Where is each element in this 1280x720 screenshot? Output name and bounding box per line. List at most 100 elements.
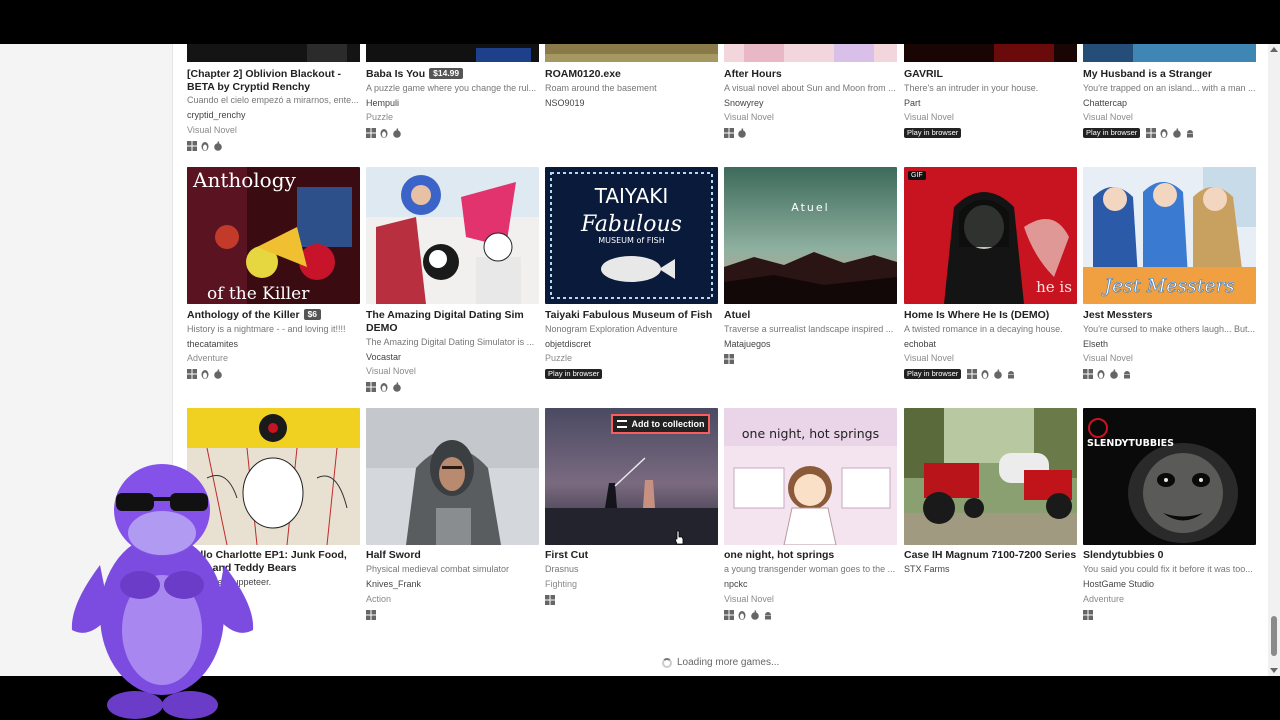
game-description: A visual novel about Sun and Moon from .… <box>724 83 896 93</box>
thumb-jest-logo: Jest Messters <box>1100 275 1234 297</box>
game-author[interactable]: npckc <box>724 579 897 590</box>
game-thumbnail[interactable]: Atuel <box>724 167 897 304</box>
game-title[interactable]: Baba Is You <box>366 68 425 80</box>
spinner-icon <box>662 657 672 668</box>
game-author[interactable]: Hempuli <box>366 98 539 109</box>
game-author[interactable]: STX Farms <box>904 564 1077 575</box>
platform-list: Play in browser <box>904 127 964 138</box>
game-description: A puzzle game where you change the rul..… <box>366 83 537 93</box>
linux-icon <box>201 141 209 151</box>
game-title[interactable]: Atuel <box>724 309 897 322</box>
game-title[interactable]: Anthology of the Killer <box>187 309 300 321</box>
windows-icon <box>1083 609 1093 620</box>
platform-list <box>724 353 734 364</box>
game-thumbnail[interactable]: Anthology of the Killer <box>187 167 360 304</box>
game-thumbnail[interactable] <box>904 44 1077 62</box>
linux-icon <box>380 128 388 138</box>
game-description: You're trapped on an island... with a ma… <box>1083 83 1256 93</box>
game-description: You're cursed to make others laugh... Bu… <box>1083 324 1255 334</box>
game-title-row[interactable]: Anthology of the Killer $6 <box>187 309 360 322</box>
game-genre: Visual Novel <box>904 353 954 363</box>
apple-icon <box>994 369 1003 379</box>
game-title[interactable]: one night, hot springs <box>724 549 897 562</box>
game-title[interactable]: The Amazing Digital Dating Sim DEMO <box>366 309 539 334</box>
thumb-atuel-word: Atuel <box>791 201 829 214</box>
game-thumbnail[interactable]: SLENDYTUBBIES <box>1083 408 1256 545</box>
game-author[interactable]: Matajuegos <box>724 339 897 350</box>
game-author[interactable]: NSO9019 <box>545 98 718 109</box>
game-author[interactable]: thecatamites <box>187 339 360 350</box>
add-to-collection-label: Add to collection <box>631 419 705 429</box>
game-author[interactable]: cryptid_renchy <box>187 110 360 121</box>
platform-list <box>187 140 223 151</box>
scroll-down-arrow-icon[interactable] <box>1270 668 1278 673</box>
linux-icon <box>1097 369 1105 379</box>
linux-icon <box>1160 128 1168 138</box>
game-description: A twisted romance in a decaying house. <box>904 324 1063 334</box>
game-author[interactable]: Elseth <box>1083 339 1256 350</box>
game-title[interactable]: First Cut <box>545 549 718 562</box>
game-title[interactable]: My Husband is a Stranger <box>1083 68 1256 81</box>
scroll-up-arrow-icon[interactable] <box>1270 47 1278 52</box>
game-thumbnail[interactable]: he is GIF <box>904 167 1077 304</box>
game-thumbnail[interactable]: TAIYAKI Fabulous MUSEUM of FISH <box>545 167 718 304</box>
game-thumbnail[interactable]: one night, hot springs <box>724 408 897 545</box>
game-title[interactable]: GAVRIL <box>904 68 1077 81</box>
game-thumbnail[interactable] <box>187 44 360 62</box>
game-title[interactable]: Jest Messters <box>1083 309 1256 322</box>
platform-list <box>366 609 376 620</box>
game-title[interactable]: Taiyaki Fabulous Museum of Fish <box>545 309 718 322</box>
game-description: Traverse a surrealist landscape inspired… <box>724 324 894 334</box>
apple-icon <box>393 382 401 392</box>
page-scrollbar[interactable] <box>1268 44 1280 676</box>
platform-list: Play in browser <box>545 368 605 379</box>
game-title[interactable]: Home Is Where He Is (DEMO) <box>904 309 1077 322</box>
scrollbar-thumb[interactable] <box>1271 616 1277 656</box>
add-to-collection-button[interactable]: Add to collection <box>611 414 710 434</box>
game-author[interactable]: HostGame Studio <box>1083 579 1256 590</box>
game-thumbnail[interactable] <box>366 167 539 304</box>
game-author[interactable]: echobat <box>904 339 1077 350</box>
game-thumbnail[interactable] <box>366 408 539 545</box>
game-thumbnail[interactable] <box>724 44 897 62</box>
windows-icon <box>187 140 197 151</box>
game-genre: Adventure <box>1083 594 1125 604</box>
linux-icon <box>981 369 989 379</box>
apple-icon <box>393 128 401 138</box>
game-genre: Visual Novel <box>1083 112 1133 122</box>
game-title-row[interactable]: Baba Is You $14.99 <box>366 68 539 81</box>
game-author[interactable]: Snowyrey <box>724 98 897 109</box>
platform-list: Play in browser <box>1083 127 1195 138</box>
purple-gorilla-overlay <box>71 464 254 719</box>
thumb-museum-word: MUSEUM of FISH <box>598 236 665 245</box>
game-title[interactable]: [Chapter 2] Oblivion Blackout - BETA by … <box>187 68 360 93</box>
game-author[interactable]: objetdiscret <box>545 339 718 350</box>
game-title[interactable]: After Hours <box>724 68 897 81</box>
game-thumbnail[interactable]: Jest Messters <box>1083 167 1256 304</box>
game-author[interactable]: Chattercap <box>1083 98 1256 109</box>
game-thumbnail[interactable]: Add to collection <box>545 408 718 545</box>
platform-list <box>724 127 747 138</box>
loading-indicator: Loading more games... <box>662 657 779 668</box>
platform-list <box>545 594 555 605</box>
game-thumbnail[interactable] <box>366 44 539 62</box>
game-author[interactable]: Knives_Frank <box>366 579 539 590</box>
game-genre: Visual Novel <box>187 125 237 135</box>
game-description: Physical medieval combat simulator <box>366 564 510 574</box>
hand-cursor-icon <box>674 530 684 545</box>
price-badge: $14.99 <box>429 68 464 79</box>
game-title[interactable]: Half Sword <box>366 549 539 562</box>
game-title[interactable]: ROAM0120.exe <box>545 68 718 81</box>
thumb-anthology-subtitle: of the Killer <box>207 284 310 304</box>
game-title[interactable]: Slendytubbies 0 <box>1083 549 1256 562</box>
windows-icon <box>724 609 734 620</box>
game-thumbnail[interactable] <box>904 408 1077 545</box>
android-icon <box>1124 370 1130 378</box>
game-title[interactable]: Case IH Magnum 7100-7200 Series <box>904 549 1077 562</box>
game-author[interactable]: Vocastar <box>366 352 539 363</box>
game-description: a young transgender woman goes to the ..… <box>724 564 896 574</box>
game-thumbnail[interactable] <box>545 44 718 62</box>
game-thumbnail[interactable] <box>1083 44 1256 62</box>
game-author[interactable]: Part <box>904 98 1077 109</box>
windows-icon <box>1083 368 1093 379</box>
